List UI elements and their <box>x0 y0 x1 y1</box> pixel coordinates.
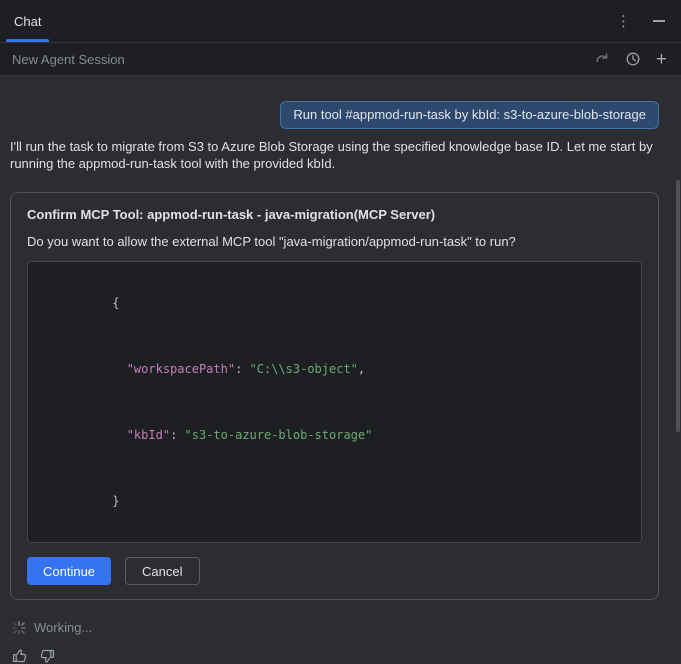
code-line: "workspacePath": "C:\\s3-object", <box>40 336 629 402</box>
json-key-workspacepath: "workspacePath" <box>127 362 235 376</box>
cancel-button[interactable]: Cancel <box>125 557 199 585</box>
minimize-icon[interactable] <box>653 20 665 22</box>
active-tab-indicator <box>6 39 49 42</box>
user-message-row: Run tool #appmod-run-task by kbId: s3-to… <box>10 101 659 129</box>
code-line: { <box>40 270 629 336</box>
assistant-message: I'll run the task to migrate from S3 to … <box>10 138 659 172</box>
json-value-kbid: "s3-to-azure-blob-storage" <box>185 428 373 442</box>
json-key-kbid: "kbId" <box>127 428 170 442</box>
spinner-icon <box>12 621 26 635</box>
history-clock-icon[interactable] <box>625 51 641 67</box>
json-colon: : <box>170 428 184 442</box>
chat-tool-window: Chat ⋮ New Agent Session + <box>0 0 681 496</box>
session-actions: + <box>594 50 667 69</box>
json-indent <box>112 362 126 376</box>
minimize-glyph <box>653 20 665 22</box>
session-title: New Agent Session <box>12 52 125 67</box>
json-comma: , <box>358 362 365 376</box>
status-text: Working... <box>34 620 92 635</box>
json-open-brace: { <box>112 296 119 310</box>
session-bar: New Agent Session + <box>0 43 681 76</box>
tab-chat-label: Chat <box>14 14 41 29</box>
continue-button[interactable]: Continue <box>27 557 111 585</box>
feedback-row <box>10 648 659 664</box>
tool-arguments-code-block: { "workspacePath": "C:\\s3-object", "kbI… <box>27 261 642 543</box>
thumbs-down-icon[interactable] <box>39 648 55 664</box>
code-line: } <box>40 468 629 534</box>
json-indent <box>112 428 126 442</box>
chat-area: Run tool #appmod-run-task by kbId: s3-to… <box>0 76 681 664</box>
titlebar: Chat ⋮ <box>0 0 681 43</box>
mcp-confirm-card: Confirm MCP Tool: appmod-run-task - java… <box>10 192 659 600</box>
scrollbar-thumb[interactable] <box>676 180 680 432</box>
confirm-card-buttons: Continue Cancel <box>27 557 642 585</box>
thumbs-up-icon[interactable] <box>12 648 28 664</box>
redo-icon[interactable] <box>594 51 610 67</box>
code-line: "kbId": "s3-to-azure-blob-storage" <box>40 402 629 468</box>
status-row: Working... <box>10 620 659 635</box>
confirm-card-title: Confirm MCP Tool: appmod-run-task - java… <box>27 207 642 223</box>
json-value-workspacepath: "C:\\s3-object" <box>250 362 358 376</box>
tab-chat[interactable]: Chat <box>6 0 49 42</box>
json-colon: : <box>235 362 249 376</box>
more-options-icon[interactable]: ⋮ <box>616 14 631 29</box>
json-close-brace: } <box>112 494 119 508</box>
confirm-card-question: Do you want to allow the external MCP to… <box>27 234 642 250</box>
user-message-bubble: Run tool #appmod-run-task by kbId: s3-to… <box>280 101 659 129</box>
titlebar-actions: ⋮ <box>616 14 665 29</box>
new-session-icon[interactable]: + <box>656 50 667 69</box>
